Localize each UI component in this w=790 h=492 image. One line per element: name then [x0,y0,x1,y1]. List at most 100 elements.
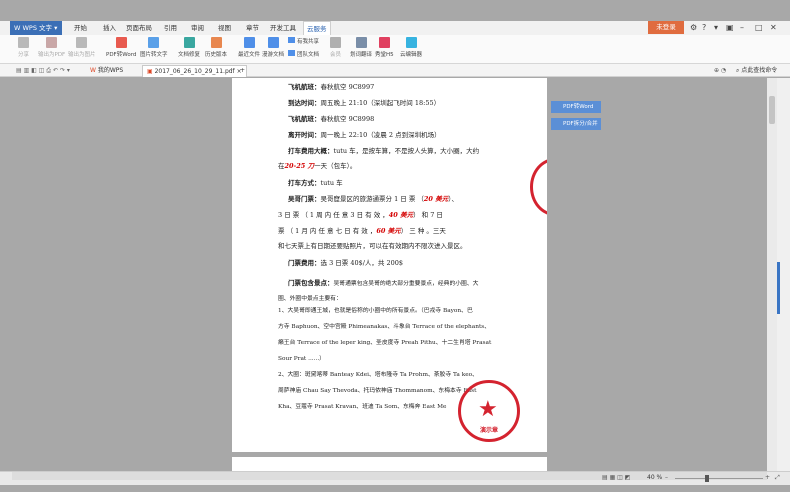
pdf-split-label: PDF拆分/合并 [563,121,598,127]
ribbon-button-0[interactable]: 分享 [18,37,29,58]
stamp-text: 演示章 [479,427,498,434]
star-icon: ★ [478,397,498,422]
ribbon-icon-3 [115,37,127,48]
ribbon-label-7: 最近文件 [238,52,261,58]
new-tab-button[interactable]: + [236,65,249,76]
ribbon-label-3: PDF转Word [106,52,137,58]
ribbon-button-3[interactable]: PDF转Word [106,37,136,58]
tab-tools[interactable]: ⊕ ◔ [710,65,730,76]
zoom-slider[interactable] [675,478,763,479]
skin-icon[interactable]: ⚙ [690,23,697,32]
wps-icon: W [90,67,96,74]
company-stamp: ★ 演示章 [458,380,520,442]
zoom-in-icon[interactable]: + [765,474,770,481]
ribbon-button-1[interactable]: 输出为PDF [38,37,65,58]
minimize-icon[interactable]: – [740,23,744,32]
ribbon-label-4: 图片转文字 [140,52,168,58]
zoom-slider-thumb[interactable] [705,475,709,482]
pdf-to-word-button[interactable]: PDF转Word [551,101,601,113]
app-menu-button[interactable]: W WPS 文字 ▾ [10,21,62,35]
ribbon-icon-1 [46,37,58,48]
ribbon-button-12[interactable]: 云编辑器 [400,37,422,58]
ticket-7day-text: ） 和 7 日 [413,211,443,219]
feedback-icon[interactable]: ? [702,23,706,32]
ribbon-label-12: 云编辑器 [400,52,423,58]
restore-icon[interactable]: ▣ [726,23,734,32]
ticket-spots-label: 门票包含景点： [288,279,334,287]
wps-logo-icon: W [14,24,23,32]
vertical-scrollbar[interactable] [767,78,777,471]
ribbon-button-8[interactable]: 漫游文档 [262,37,284,58]
document-page[interactable]: 飞机航班：春秋航空 9C8997 到达时间：周五晚上 21:10（深圳起飞时间 … [232,78,547,452]
next-page [232,457,547,472]
spots-line-3: 癞王台 Terrace of the leper king、圣皮度寺 Preah… [278,340,492,346]
command-search[interactable]: ⌕ 点此查找命令 [732,65,781,76]
menu-reference[interactable]: 引用 [164,21,177,35]
ribbon-label-8: 漫游文档 [262,52,285,58]
ribbon-button-11[interactable]: 秀堂H5 [375,37,394,58]
ribbon-button-6[interactable]: 历史版本 [205,37,227,58]
spots-line-6: 周萨神庙 Chau Say Thevoda、托玛侬神庙 Thommanom、东梅… [278,388,477,394]
ticket-3day-text: 3 日 票 （ 1 周 内 任 意 3 日 有 效 ， [278,211,389,219]
spots-line-4: Sour Prat ......） [278,356,325,362]
zoom-out-icon[interactable]: – [665,474,668,481]
vertical-scroll-thumb[interactable] [769,96,775,124]
ticket-types-text: ） 三 种 。三天 [400,227,446,235]
flight-label: 飞机航班： [288,83,321,91]
menu-insert[interactable]: 插入 [103,21,116,35]
tab-my-wps[interactable]: W 我的WPS [86,65,127,76]
login-button[interactable]: 未登录 [648,21,684,34]
taxi-fee-amount: 20-25 刀 [284,162,315,170]
ribbon-icon-5 [183,37,195,48]
menu-home[interactable]: 开始 [74,21,87,35]
menu-section[interactable]: 章节 [246,21,259,35]
more-icon[interactable]: ▾ [714,23,718,32]
fullscreen-icon[interactable]: ⤢ [775,474,780,482]
menu-view[interactable]: 视图 [218,21,231,35]
ribbon-label-11: 秀堂H5 [375,52,394,58]
pdf-to-word-label: PDF转Word [563,104,594,110]
team-docs-button[interactable]: 团队文档 [288,50,319,58]
flight-value: 春秋航空 9C8997 [320,83,375,91]
ribbon-icon-9 [330,37,341,48]
sidebar-handle[interactable] [777,262,780,314]
taxi-fee-value: tutu 车，是按车算，不是按人头算，大小圈，大约 [333,147,480,155]
ribbon-button-10[interactable]: 划词翻译 [350,37,372,58]
arrival-value: 周五晚上 21:10（深圳起飞时间 18:55） [320,99,441,107]
taxi-mode-label: 打车方式： [288,179,321,187]
menu-devtools[interactable]: 开发工具 [270,21,296,35]
menu-cloud-service[interactable]: 云服务 [303,21,331,35]
ribbon-button-7[interactable]: 最近文件 [238,37,260,58]
menu-review[interactable]: 审阅 [191,21,204,35]
taxi-fee-suffix: 一天（包车）。 [314,162,357,170]
spots-intro: 圈、外圈中景点主要有： [278,296,342,302]
close-icon[interactable]: ✕ [770,23,777,32]
ticket-7day-desc: 票 （ 1 月 内 任 意 七 日 有 效 ， [278,227,377,235]
share-with-me-button[interactable]: 有我共享 [288,37,319,45]
pdf-split-merge-button[interactable]: PDF拆分/合并 [551,118,601,130]
ticket-label: 吴哥门票： [288,195,321,203]
folder-icon [288,37,295,43]
partial-stamp [530,158,547,216]
maximize-icon[interactable]: □ [755,23,763,32]
taxi-fee-label: 打车费用大概： [288,147,334,155]
ticket-fee-value: 选 3 日票 40$/人，共 200$ [320,259,404,267]
ribbon-icon-7 [243,37,255,48]
ribbon-icon-10 [355,37,367,48]
ribbon-label-9: 会员 [330,52,342,58]
ribbon-button-4[interactable]: 图片转文字 [140,37,168,58]
view-mode-icons[interactable]: ▤ ▦ ◫ ◩ [602,474,630,481]
ribbon-button-2[interactable]: 输出为图片 [68,37,96,58]
ribbon-button-5[interactable]: 文档修复 [178,37,200,58]
ticket-fee-label: 门票费用： [288,259,321,267]
ribbon-icon-6 [210,37,222,48]
ticket-1day-price: 20 美元 [423,195,449,203]
zoom-level: 40 % [647,474,663,481]
menu-layout[interactable]: 页面布局 [126,21,152,35]
tab-document[interactable]: ▣ 2017_06_26_10_29_11.pdf × [142,65,247,77]
ribbon-button-9[interactable]: 会员 [330,37,341,58]
team-icon [288,50,295,56]
ribbon-icon-8 [267,37,279,48]
pdf-icon: ▣ [147,68,153,75]
quick-access-toolbar[interactable]: ▤ ▥ ◧ ◫ ⎙ ↶ ↷ ▾ [12,65,74,76]
